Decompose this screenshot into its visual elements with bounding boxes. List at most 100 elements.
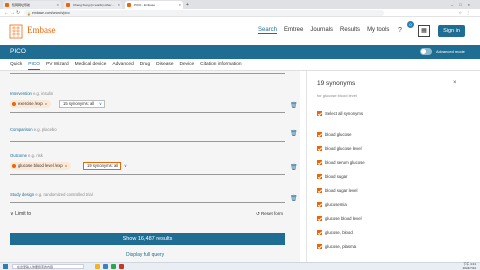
field-underline xyxy=(10,112,285,113)
display-full-query-link[interactable]: Display full query xyxy=(126,252,164,258)
chevron-down-icon: ∨ xyxy=(10,211,14,217)
embase-logo-icon xyxy=(9,24,23,39)
advanced-mode-label: Advanced mode xyxy=(436,49,465,54)
close-tab-icon[interactable]: × xyxy=(57,1,59,9)
favicon-icon xyxy=(5,3,9,7)
field-underline xyxy=(10,73,285,74)
delete-outcome-icon[interactable]: 🗑 xyxy=(290,164,298,171)
logo-text[interactable]: Embase xyxy=(27,25,56,35)
synonym-item[interactable]: glucosemia xyxy=(317,202,347,208)
delete-comparison-icon[interactable]: 🗑 xyxy=(290,130,298,137)
reload-icon[interactable]: ↻ xyxy=(16,9,20,17)
nav-journals[interactable]: Journals xyxy=(310,27,333,34)
close-icon[interactable]: × xyxy=(453,80,457,86)
help-icon[interactable]: ? xyxy=(398,27,402,34)
synonyms-panel-title: 19 synonyms xyxy=(317,80,356,87)
tab-device[interactable]: Device xyxy=(180,59,195,70)
favicon-icon xyxy=(127,3,131,7)
sign-in-button[interactable]: Sign in xyxy=(438,25,465,37)
close-tab-icon[interactable]: × xyxy=(179,1,181,9)
chrome-icon[interactable] xyxy=(111,264,116,269)
outcome-label: Outcome e.g. risk xyxy=(10,153,43,158)
favicon-icon xyxy=(66,3,70,7)
tab-pico[interactable]: PICO xyxy=(28,59,40,70)
field-underline xyxy=(10,174,285,175)
page-title: PICO xyxy=(10,48,26,55)
checkbox-checked-icon xyxy=(317,216,322,222)
advanced-mode-toggle[interactable] xyxy=(420,48,432,55)
edge-icon[interactable] xyxy=(103,264,108,269)
back-icon[interactable]: ← xyxy=(4,9,9,17)
app-icon[interactable] xyxy=(119,264,124,269)
select-all-synonyms-checkbox[interactable]: Select all synonyms xyxy=(317,111,363,117)
top-nav: Search Emtree Journals Results My tools xyxy=(258,27,389,34)
intervention-label: Intervention e.g. insulin xyxy=(10,91,54,96)
notification-badge: 0 xyxy=(407,21,414,28)
comparison-label: Comparison e.g. placebo xyxy=(10,127,57,132)
study-design-label: Study design e.g. randomized controlled … xyxy=(10,192,93,197)
tab-drug[interactable]: Drug xyxy=(140,59,150,70)
reset-icon: ↺ xyxy=(256,211,260,216)
checkbox-checked-icon xyxy=(317,202,322,208)
tab-citation-information[interactable]: Citation information xyxy=(200,59,241,70)
intervention-term-chip[interactable]: exercise /exp ∨ xyxy=(10,100,52,108)
outcome-synonyms-select[interactable]: 19 synonyms: all xyxy=(83,162,121,170)
limit-to-toggle[interactable]: ∨ Limit to xyxy=(10,211,31,217)
chevron-down-icon[interactable]: ∨ xyxy=(99,101,102,106)
window-controls[interactable]: –□× xyxy=(451,0,476,9)
study-design-input-underline[interactable] xyxy=(10,202,285,203)
synonym-item[interactable]: glucose, blood xyxy=(317,230,353,236)
synonym-item[interactable]: blood glucose level xyxy=(317,146,362,152)
browser-tab-0[interactable]: 知网网址导航 × xyxy=(3,1,61,9)
os-taskbar: 在这里输入你要搜索的内容 下午 4:21 2024/7/24 xyxy=(0,262,480,270)
outcome-term-chip[interactable]: glucose blood level /exp ∨ xyxy=(10,162,72,170)
checkbox-checked-icon xyxy=(317,230,322,236)
tab-pv-wizard[interactable]: PV Wizard xyxy=(46,59,69,70)
comparison-input-underline[interactable] xyxy=(10,141,285,142)
chevron-down-icon[interactable]: ∨ xyxy=(45,102,48,106)
browser-tab-2[interactable]: PICO - Embase × xyxy=(125,1,183,9)
nav-my-tools[interactable]: My tools xyxy=(367,27,389,34)
taskbar-search-input[interactable]: 在这里输入你要搜索的内容 xyxy=(12,264,84,269)
term-dot-icon xyxy=(12,102,16,106)
new-tab-button[interactable]: + xyxy=(186,1,189,9)
synonym-item[interactable]: blood sugar xyxy=(317,174,347,180)
forward-icon[interactable]: → xyxy=(10,9,15,17)
synonyms-panel: 19 synonyms × for glucose blood level Se… xyxy=(306,71,466,266)
pico-band: PICO Advanced mode xyxy=(0,45,480,59)
file-explorer-icon[interactable] xyxy=(95,264,100,269)
system-tray-clock[interactable]: 下午 4:21 2024/7/24 xyxy=(463,262,476,270)
show-results-button[interactable]: Show 16,487 results xyxy=(10,233,285,245)
delete-study-design-icon[interactable]: 🗑 xyxy=(290,195,298,202)
url-field[interactable]: 🔒 embase.com/search/pico xyxy=(24,10,384,16)
checkbox-checked-icon xyxy=(317,174,322,180)
browser-tab-bar: 知网网址导航 × Cheng Kung (in words) other... × … xyxy=(0,0,480,9)
close-tab-icon[interactable]: × xyxy=(118,1,120,9)
chevron-down-icon[interactable]: ∨ xyxy=(124,163,127,168)
synonym-item[interactable]: glucose blood level xyxy=(317,216,362,222)
synonym-item[interactable]: blood sugar level xyxy=(317,188,358,194)
calendar-icon[interactable]: ▦ xyxy=(418,25,430,37)
synonym-item[interactable]: glucose, plasma xyxy=(317,244,356,250)
nav-emtree[interactable]: Emtree xyxy=(284,27,303,34)
tab-quick[interactable]: Quick xyxy=(10,59,22,70)
browser-menu-icons[interactable]: ☆⋮ xyxy=(458,9,474,17)
checkbox-checked-icon xyxy=(317,111,322,117)
site-header: Embase Search Emtree Journals Results My… xyxy=(0,17,480,45)
tab-advanced[interactable]: Advanced xyxy=(112,59,133,70)
browser-tab-1[interactable]: Cheng Kung (in words) other... × xyxy=(64,1,122,9)
nav-results[interactable]: Results xyxy=(340,27,360,34)
nav-search[interactable]: Search xyxy=(258,27,278,34)
pico-form: Intervention e.g. insulin exercise /exp ∨… xyxy=(0,71,300,266)
tab-medical-device[interactable]: Medical device xyxy=(75,59,107,70)
delete-intervention-icon[interactable]: 🗑 xyxy=(290,102,298,109)
tab-disease[interactable]: Disease xyxy=(156,59,173,70)
reset-form-button[interactable]: ↺ Reset form xyxy=(256,211,283,217)
address-bar-row: ← → ↻ 🔒 embase.com/search/pico ☆⋮ xyxy=(0,9,480,17)
synonym-item[interactable]: blood glucose xyxy=(317,132,352,138)
synonym-item[interactable]: blood serum glucose xyxy=(317,160,365,166)
checkbox-checked-icon xyxy=(317,146,322,152)
synonyms-panel-subtitle: for glucose blood level xyxy=(317,93,357,98)
start-icon[interactable] xyxy=(3,264,8,269)
chevron-down-icon[interactable]: ∨ xyxy=(65,164,68,168)
